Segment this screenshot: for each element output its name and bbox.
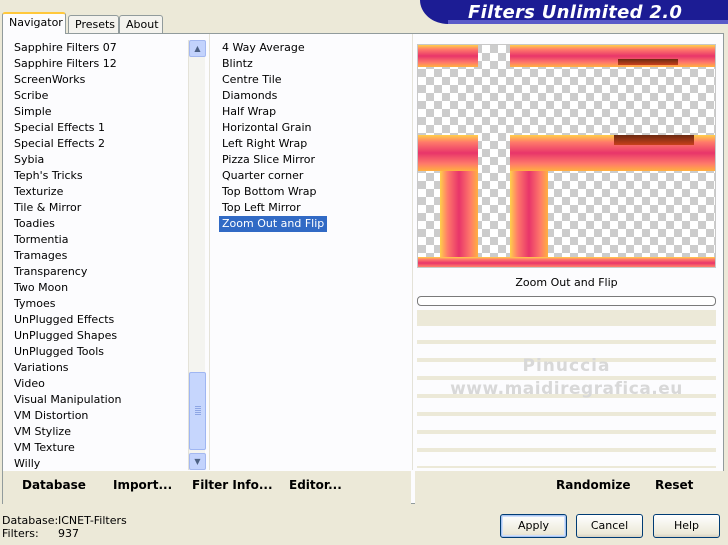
tab-presets[interactable]: Presets: [68, 15, 119, 34]
filter-item[interactable]: Horizontal Grain: [219, 120, 314, 136]
filter-item[interactable]: Pizza Slice Mirror: [219, 152, 318, 168]
category-item[interactable]: Video: [11, 376, 183, 392]
category-item[interactable]: Tile & Mirror: [11, 200, 183, 216]
database-button[interactable]: Database: [22, 478, 86, 492]
parameter-slot: [417, 452, 716, 466]
preview-frame-bottom: [418, 257, 715, 267]
category-item[interactable]: ScreenWorks: [11, 72, 183, 88]
database-value: ICNET-Filters: [58, 514, 127, 527]
preview-frame-left-pillar: [440, 171, 478, 267]
filter-info-button[interactable]: Filter Info...: [192, 478, 273, 492]
category-item[interactable]: VM Stylize: [11, 424, 183, 440]
category-item[interactable]: Teph's Tricks: [11, 168, 183, 184]
filters-count-value: 937: [58, 527, 79, 540]
cancel-button[interactable]: Cancel: [576, 514, 643, 538]
preview-frame-top-right: [510, 45, 715, 67]
help-button[interactable]: Help: [653, 514, 720, 538]
filter-list[interactable]: 4 Way Average Blintz Centre Tile Diamond…: [219, 40, 409, 232]
divider: [412, 34, 413, 470]
scrollbar-grip: [195, 406, 201, 416]
category-item[interactable]: UnPlugged Effects: [11, 312, 183, 328]
category-item[interactable]: Special Effects 1: [11, 120, 183, 136]
watermark-url: www.maidiregrafica.eu: [450, 379, 683, 399]
preview-image: [417, 44, 716, 268]
watermark-name: Pinuccia: [522, 356, 611, 376]
category-item[interactable]: Special Effects 2: [11, 136, 183, 152]
category-item[interactable]: Two Moon: [11, 280, 183, 296]
randomize-button[interactable]: Randomize: [556, 478, 630, 492]
tab-navigator[interactable]: Navigator: [2, 12, 66, 34]
filter-item[interactable]: Left Right Wrap: [219, 136, 310, 152]
category-item[interactable]: Sapphire Filters 07: [11, 40, 183, 56]
scrollbar-thumb[interactable]: [189, 372, 206, 450]
category-item[interactable]: Transparency: [11, 264, 183, 280]
editor-button[interactable]: Editor...: [289, 478, 342, 492]
preview-frame-shade: [618, 59, 678, 65]
apply-button[interactable]: Apply: [500, 514, 567, 538]
category-item[interactable]: Willy: [11, 456, 183, 472]
category-scrollbar[interactable]: ▲ ▼: [188, 40, 206, 470]
category-item[interactable]: Sybia: [11, 152, 183, 168]
parameter-slot: [417, 416, 716, 430]
filters-count-label: Filters:: [2, 527, 39, 540]
category-item[interactable]: Variations: [11, 360, 183, 376]
preview-frame-right-pillar: [510, 171, 548, 267]
database-label: Database:: [2, 514, 59, 527]
category-item[interactable]: Visual Manipulation: [11, 392, 183, 408]
filter-item[interactable]: Top Left Mirror: [219, 200, 304, 216]
filter-item[interactable]: Blintz: [219, 56, 256, 72]
reset-button[interactable]: Reset: [655, 478, 693, 492]
tab-about[interactable]: About: [119, 15, 163, 34]
preview-frame-mid-shade: [614, 135, 694, 145]
chevron-up-icon[interactable]: ▲: [189, 40, 206, 57]
category-item[interactable]: Sapphire Filters 12: [11, 56, 183, 72]
parameter-slot: [417, 398, 716, 412]
category-item[interactable]: Tramages: [11, 248, 183, 264]
filter-item[interactable]: Top Bottom Wrap: [219, 184, 320, 200]
category-item[interactable]: Tormentia: [11, 232, 183, 248]
filter-item[interactable]: Centre Tile: [219, 72, 285, 88]
import-button[interactable]: Import...: [113, 478, 172, 492]
preview-frame-mid-left: [418, 135, 478, 171]
database-info: Database:ICNET-Filters Filters: 937: [2, 514, 127, 540]
title-underline: [448, 20, 728, 24]
category-item[interactable]: Scribe: [11, 88, 183, 104]
filter-item[interactable]: 4 Way Average: [219, 40, 308, 56]
filter-item[interactable]: Diamonds: [219, 88, 280, 104]
parameter-slot: [417, 326, 716, 340]
category-item-selected[interactable]: Simple: [11, 104, 183, 120]
category-item[interactable]: Toadies: [11, 216, 183, 232]
preview-frame-top-left: [418, 45, 478, 67]
category-item[interactable]: Texturize: [11, 184, 183, 200]
filter-item[interactable]: Half Wrap: [219, 104, 279, 120]
category-item[interactable]: VM Distortion: [11, 408, 183, 424]
progress-bar: [417, 296, 716, 306]
category-item[interactable]: VM Texture: [11, 440, 183, 456]
navigator-panel: Sapphire Filters 07 Sapphire Filters 12 …: [2, 33, 725, 504]
category-item[interactable]: UnPlugged Tools: [11, 344, 183, 360]
divider: [209, 34, 210, 470]
category-item[interactable]: Tymoes: [11, 296, 183, 312]
category-item[interactable]: UnPlugged Shapes: [11, 328, 183, 344]
parameter-slot: [417, 434, 716, 448]
filter-item[interactable]: Quarter corner: [219, 168, 306, 184]
category-item-label: Simple: [14, 105, 52, 118]
chevron-down-icon[interactable]: ▼: [189, 453, 206, 470]
preview-filter-name: Zoom Out and Flip: [515, 276, 618, 289]
filter-item-selected[interactable]: Zoom Out and Flip: [219, 216, 328, 232]
app-title-bar: Filters Unlimited 2.0: [420, 0, 728, 24]
category-list[interactable]: Sapphire Filters 07 Sapphire Filters 12 …: [11, 40, 183, 472]
